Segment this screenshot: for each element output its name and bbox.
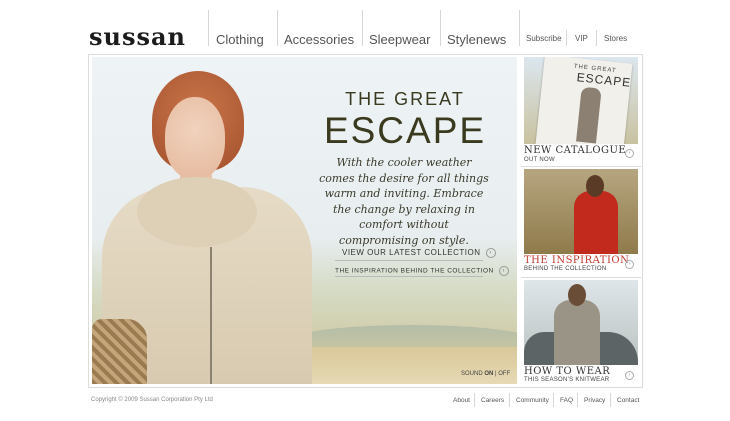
footer-divider: [610, 393, 611, 407]
footer-divider: [474, 393, 475, 407]
catalogue-figure: [576, 86, 602, 144]
nav-vip[interactable]: VIP: [575, 34, 588, 43]
knitwear-head: [568, 284, 586, 306]
view-collection-link[interactable]: VIEW OUR LATEST COLLECTION ›: [342, 248, 496, 258]
side-title-how-to-wear: HOW TO WEAR: [524, 366, 611, 377]
catalogue-image: THE GREAT ESCAPE: [524, 57, 638, 144]
catalogue-cover-line2: ESCAPE: [576, 70, 632, 90]
view-collection-label: VIEW OUR LATEST COLLECTION: [342, 248, 481, 258]
cta-divider: [335, 260, 483, 261]
footer-about[interactable]: About: [453, 397, 470, 404]
nav-divider: [277, 10, 278, 46]
side-divider: [521, 166, 641, 167]
nav-stores[interactable]: Stores: [604, 34, 627, 43]
hero-title-line1: THE GREAT: [345, 89, 465, 109]
nav-clothing[interactable]: Clothing: [216, 32, 264, 47]
footer-privacy[interactable]: Privacy: [584, 397, 605, 404]
side-title-inspiration: THE INSPIRATION: [524, 255, 630, 266]
nav-divider: [440, 10, 441, 46]
model-face: [165, 97, 225, 179]
catalogue-cover: THE GREAT ESCAPE: [535, 57, 633, 144]
side-sub-inspiration: BEHIND THE COLLECTION: [524, 266, 607, 272]
side-divider: [521, 277, 641, 278]
hero-title-line2: ESCAPE: [323, 110, 487, 151]
circle-arrow-icon: ›: [498, 266, 509, 276]
util-divider: [566, 30, 567, 46]
knitwear-figure: [554, 300, 600, 365]
sound-sep: |: [495, 371, 497, 377]
inspiration-label: THE INSPIRATION BEHIND THE COLLECTION: [335, 267, 494, 275]
side-panel-catalogue[interactable]: THE GREAT ESCAPE NEW CATALOGUE OUT NOW ›: [521, 57, 639, 165]
sound-toggle[interactable]: SOUND ON | OFF: [461, 371, 510, 377]
copyright-text: Copyright © 2009 Sussan Corporation Pty …: [91, 397, 213, 403]
sound-on[interactable]: ON: [484, 371, 493, 377]
nav-divider: [519, 10, 520, 46]
how-to-wear-image: [524, 280, 638, 365]
red-coat-head: [586, 175, 604, 197]
hero-copy: With the cooler weather comes the desire…: [319, 156, 489, 247]
sound-label: SOUND: [461, 371, 483, 377]
circle-arrow-icon: ›: [625, 371, 634, 380]
footer-divider: [553, 393, 554, 407]
circle-arrow-icon: ›: [625, 260, 634, 269]
sussan-logo[interactable]: sussan: [89, 22, 186, 51]
side-panel-inspiration[interactable]: THE INSPIRATION BEHIND THE COLLECTION ›: [521, 169, 639, 276]
side-panel-how-to-wear[interactable]: HOW TO WEAR THIS SEASON'S KNITWEAR ›: [521, 280, 639, 386]
footer-community[interactable]: Community: [516, 397, 549, 404]
red-coat-figure: [574, 191, 618, 254]
picnic-basket: [92, 319, 147, 384]
nav-stylenews[interactable]: Stylenews: [447, 32, 506, 47]
footer-faq[interactable]: FAQ: [560, 397, 573, 404]
footer-contact[interactable]: Contact: [617, 397, 639, 404]
sound-off[interactable]: OFF: [498, 371, 510, 377]
circle-arrow-icon: ›: [625, 149, 634, 158]
footer-divider: [509, 393, 510, 407]
side-title-catalogue: NEW CATALOGUE: [524, 145, 627, 156]
circle-arrow-icon: ›: [485, 248, 496, 258]
model-collar: [137, 177, 257, 247]
footer-divider: [577, 393, 578, 407]
nav-accessories[interactable]: Accessories: [284, 32, 354, 47]
inspiration-link[interactable]: THE INSPIRATION BEHIND THE COLLECTION ›: [335, 266, 509, 276]
inspiration-image: [524, 169, 638, 254]
model-zip: [210, 247, 212, 384]
side-sub-how-to-wear: THIS SEASON'S KNITWEAR: [524, 377, 610, 383]
nav-sleepwear[interactable]: Sleepwear: [369, 32, 430, 47]
nav-divider: [362, 10, 363, 46]
nav-subscribe[interactable]: Subscribe: [526, 34, 562, 43]
footer-careers[interactable]: Careers: [481, 397, 504, 404]
side-sub-catalogue: OUT NOW: [524, 157, 555, 163]
cta-divider: [335, 276, 483, 277]
util-divider: [596, 30, 597, 46]
nav-divider: [208, 10, 209, 46]
